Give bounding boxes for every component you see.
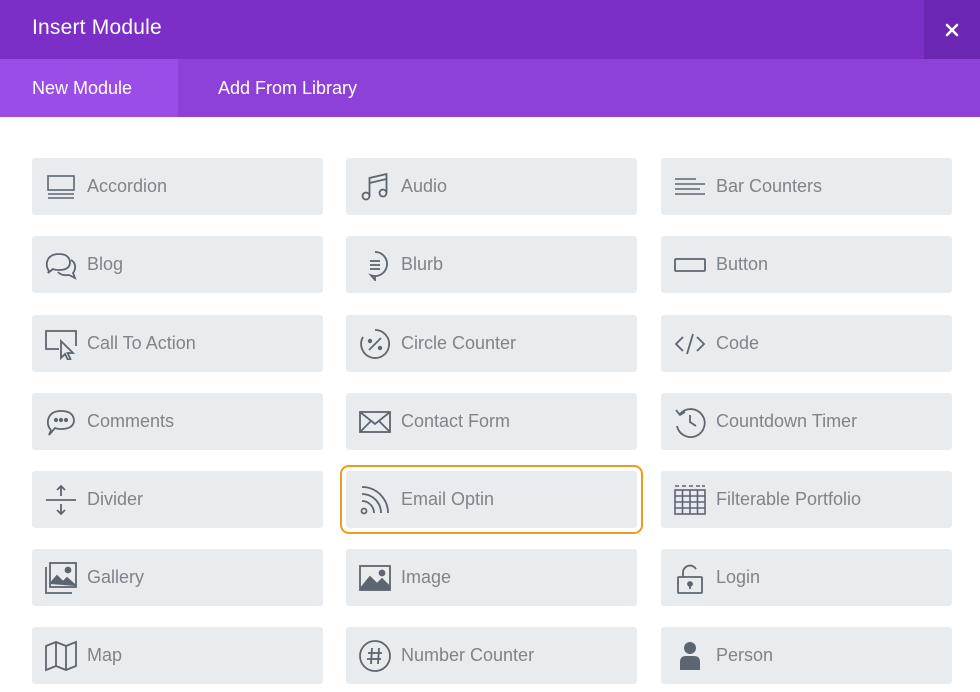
module-button[interactable]: Button bbox=[661, 236, 952, 293]
module-label: Email Optin bbox=[401, 489, 495, 509]
music-note-icon bbox=[358, 170, 392, 204]
button-icon bbox=[673, 248, 707, 282]
module-map[interactable]: Map bbox=[32, 627, 323, 684]
module-label: Bar Counters bbox=[716, 176, 823, 196]
module-label: Divider bbox=[87, 489, 144, 509]
blurb-bubble-icon bbox=[358, 248, 392, 282]
module-person[interactable]: Person bbox=[661, 627, 952, 684]
grid-table-icon bbox=[673, 483, 707, 517]
module-label: Filterable Portfolio bbox=[716, 489, 862, 509]
bar-counters-icon bbox=[673, 170, 707, 204]
module-image[interactable]: Image bbox=[346, 549, 637, 606]
close-button[interactable] bbox=[924, 0, 980, 59]
module-label: Contact Form bbox=[401, 411, 511, 431]
module-label: Map bbox=[87, 645, 123, 665]
module-accordion[interactable]: Accordion bbox=[32, 158, 323, 215]
accordion-icon bbox=[44, 170, 78, 204]
module-countdown-timer[interactable]: Countdown Timer bbox=[661, 393, 952, 450]
module-label: Blurb bbox=[401, 254, 444, 274]
module-label: Call To Action bbox=[87, 333, 196, 353]
module-label: Circle Counter bbox=[401, 333, 517, 353]
padlock-icon bbox=[673, 561, 707, 595]
module-gallery[interactable]: Gallery bbox=[32, 549, 323, 606]
module-label: Comments bbox=[87, 411, 175, 431]
clock-icon bbox=[673, 405, 707, 439]
tab-bar: New Module Add From Library bbox=[0, 59, 980, 117]
module-contact-form[interactable]: Contact Form bbox=[346, 393, 637, 450]
module-divider[interactable]: Divider bbox=[32, 471, 323, 528]
code-icon bbox=[673, 327, 707, 361]
tab-add-from-library[interactable]: Add From Library bbox=[178, 59, 408, 117]
image-icon bbox=[358, 561, 392, 595]
rss-icon bbox=[358, 483, 392, 517]
module-login[interactable]: Login bbox=[661, 549, 952, 606]
module-email-optin[interactable]: Email Optin bbox=[340, 465, 643, 534]
module-comments[interactable]: Comments bbox=[32, 393, 323, 450]
module-label: Countdown Timer bbox=[716, 411, 858, 431]
hash-icon bbox=[358, 639, 392, 673]
comments-icon bbox=[44, 405, 78, 439]
module-audio[interactable]: Audio bbox=[346, 158, 637, 215]
divider-icon bbox=[44, 483, 78, 517]
dialog-header: Insert Module bbox=[0, 0, 980, 59]
module-filterable-portfolio[interactable]: Filterable Portfolio bbox=[661, 471, 952, 528]
module-blurb[interactable]: Blurb bbox=[346, 236, 637, 293]
module-label: Audio bbox=[401, 176, 448, 196]
module-label: Gallery bbox=[87, 567, 145, 587]
gallery-icon bbox=[44, 561, 78, 595]
module-number-counter[interactable]: Number Counter bbox=[346, 627, 637, 684]
module-bar-counters[interactable]: Bar Counters bbox=[661, 158, 952, 215]
chat-bubbles-icon bbox=[44, 248, 78, 282]
dialog-title: Insert Module bbox=[32, 16, 162, 39]
module-code[interactable]: Code bbox=[661, 315, 952, 372]
module-label: Button bbox=[716, 254, 769, 274]
module-label: Code bbox=[716, 333, 760, 353]
cursor-screen-icon bbox=[44, 327, 78, 361]
module-blog[interactable]: Blog bbox=[32, 236, 323, 293]
tab-new-module[interactable]: New Module bbox=[0, 59, 178, 117]
module-circle-counter[interactable]: Circle Counter bbox=[346, 315, 637, 372]
module-label: Number Counter bbox=[401, 645, 535, 665]
module-label: Accordion bbox=[87, 176, 168, 196]
close-icon bbox=[945, 23, 959, 36]
module-label: Blog bbox=[87, 254, 124, 274]
module-label: Image bbox=[401, 567, 452, 587]
person-icon bbox=[673, 639, 707, 673]
circle-counter-icon bbox=[358, 327, 392, 361]
map-icon bbox=[44, 639, 78, 673]
module-label: Person bbox=[716, 645, 774, 665]
module-call-to-action[interactable]: Call To Action bbox=[32, 315, 323, 372]
module-label: Login bbox=[716, 567, 761, 587]
envelope-icon bbox=[358, 405, 392, 439]
